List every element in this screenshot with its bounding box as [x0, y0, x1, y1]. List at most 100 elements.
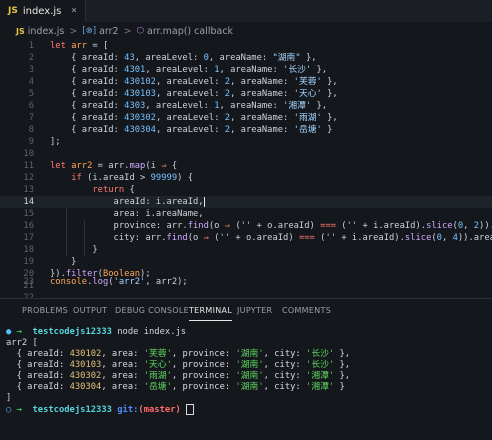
code-line[interactable]: 10 — [0, 148, 492, 160]
terminal[interactable]: ● → testcodejs12333 node index.js arr2 [… — [0, 323, 492, 440]
output-area-id: 430304 — [69, 382, 102, 392]
js-file-icon: JS — [16, 26, 25, 36]
prompt-directory: testcodejs12333 — [32, 327, 112, 337]
output-city: '湘潭' — [306, 371, 335, 381]
line-number: 1 — [28, 41, 34, 51]
tab-comments[interactable]: COMMENTS — [282, 306, 331, 315]
tab-debug-console[interactable]: DEBUG CONSOLE — [115, 306, 189, 315]
terminal-output-line: ] — [6, 393, 12, 403]
code-line[interactable]: 5 { areaId: 430103, areaLevel: 2, areaNa… — [0, 88, 492, 100]
code-line[interactable]: 13 return { — [0, 184, 492, 196]
code-line[interactable]: 7 { areaId: 430302, areaLevel: 2, areaNa… — [0, 112, 492, 124]
code-line-active[interactable]: 14 areaId: i.areaId, — [0, 196, 492, 208]
line-number: 14 — [23, 197, 34, 207]
line-number: 10 — [23, 149, 34, 159]
panel-tab-bar: PROBLEMS OUTPUT DEBUG CONSOLE TERMINAL J… — [0, 299, 492, 323]
status-dot-icon: ○ — [6, 405, 12, 415]
line-number: 9 — [28, 137, 34, 147]
line-number: 12 — [23, 173, 34, 183]
line-number: 5 — [28, 89, 34, 99]
code-text: area: i.areaName, — [50, 209, 204, 219]
code-line[interactable]: 3 { areaId: 4301, areaLevel: 1, areaName… — [0, 64, 492, 76]
code-text: return { — [92, 185, 135, 195]
output-area-id: 430103 — [69, 360, 102, 370]
chevron-right-icon: > — [123, 25, 132, 37]
variable-icon: [⊗] — [82, 26, 97, 36]
code-text: { areaId: 430302, areaLevel: 2, areaName… — [50, 113, 338, 123]
prompt-directory: testcodejs12333 — [32, 405, 112, 415]
line-number: 15 — [23, 209, 34, 219]
code-line[interactable]: 11 let arr2 = arr.map(i ⇒ { — [0, 160, 492, 172]
line-number: 2 — [28, 53, 34, 63]
code-line[interactable]: 8 { areaId: 430304, areaLevel: 2, areaNa… — [0, 124, 492, 136]
output-area-id: 430102 — [69, 349, 102, 359]
output-area: '天心' — [143, 360, 172, 370]
tab-terminal[interactable]: TERMINAL — [189, 306, 233, 321]
line-number: 13 — [23, 185, 34, 195]
breadcrumb: JS index.js > [⊗] arr2 > ⬡ arr.map() cal… — [0, 22, 492, 40]
terminal-command: node index.js — [117, 327, 187, 337]
code-line[interactable]: 1 let arr = [ — [0, 40, 492, 52]
close-icon[interactable]: × — [71, 6, 76, 16]
breadcrumb-function[interactable]: arr.map() callback — [147, 26, 233, 37]
output-province: '湖南' — [235, 382, 264, 392]
code-line[interactable]: 6 { areaId: 4303, areaLevel: 1, areaName… — [0, 100, 492, 112]
text-cursor — [203, 196, 205, 207]
code-line[interactable]: 18 } — [0, 244, 492, 256]
code-text: } — [50, 257, 77, 267]
breadcrumb-file[interactable]: index.js — [28, 26, 65, 37]
code-text: areaId: i.areaId, — [50, 196, 205, 207]
code-editor[interactable]: 1 let arr = [ 2 { areaId: 43, areaLevel: … — [0, 40, 492, 298]
git-branch: (master) — [138, 405, 181, 415]
tab-jupyter[interactable]: JUPYTER — [237, 306, 272, 315]
line-number: 16 — [23, 221, 34, 231]
code-line[interactable]: 19 } — [0, 256, 492, 268]
code-line[interactable]: 2 { areaId: 43, areaLevel: 0, areaName: … — [0, 52, 492, 64]
terminal-cursor[interactable] — [186, 404, 195, 415]
line-number: 7 — [28, 113, 34, 123]
output-province: '湖南' — [235, 349, 264, 359]
output-city: '长沙' — [306, 349, 335, 359]
code-text: { areaId: 43, areaLevel: 0, areaName: "湖… — [50, 53, 317, 63]
code-line[interactable]: 9]; — [0, 136, 492, 148]
output-province: '湖南' — [235, 360, 264, 370]
tab-index-js[interactable]: JS index.js × — [0, 0, 86, 22]
code-text: { areaId: 430304, areaLevel: 2, areaName… — [50, 125, 333, 135]
line-number: 4 — [28, 77, 34, 87]
output-area: '芙蓉' — [143, 349, 172, 359]
code-text: let arr2 = arr.map(i ⇒ { — [50, 161, 178, 171]
line-number: 19 — [23, 257, 34, 267]
code-text: { areaId: 430103, areaLevel: 2, areaName… — [50, 89, 338, 99]
tab-output[interactable]: OUTPUT — [73, 306, 107, 315]
code-text: { areaId: 4301, areaLevel: 1, areaName: … — [50, 65, 328, 75]
terminal-output-line: { areaId: 430103, area: '天心', province: … — [6, 360, 351, 370]
terminal-output-line: { areaId: 430304, area: '岳塘', province: … — [6, 382, 345, 392]
code-line[interactable]: 17 city: arr.find(o ⇒ ('' + o.areaId) ==… — [0, 232, 492, 244]
output-city: '长沙' — [306, 360, 335, 370]
tab-problems[interactable]: PROBLEMS — [22, 306, 68, 315]
prompt-arrow-icon: → — [16, 405, 22, 415]
code-line[interactable]: 23 console.log('arr2', arr2); — [0, 276, 492, 288]
code-text: if (i.areaId > 99999) { — [71, 173, 194, 183]
terminal-output-line: { areaId: 430302, area: '雨湖', province: … — [6, 371, 351, 381]
line-number: 6 — [28, 101, 34, 111]
code-line[interactable]: 4 { areaId: 430102, areaLevel: 2, areaNa… — [0, 76, 492, 88]
chevron-right-icon: > — [69, 25, 78, 37]
code-line[interactable]: 16 province: arr.find(o ⇒ ('' + o.areaId… — [0, 220, 492, 232]
code-text: console.log('arr2', arr2); — [50, 277, 188, 287]
terminal-prompt-line: ○ → testcodejs12333 git:(master) — [6, 404, 195, 416]
breadcrumb-variable[interactable]: arr2 — [99, 26, 119, 37]
output-area: '雨湖' — [143, 371, 172, 381]
code-text: ]; — [50, 137, 61, 147]
output-area-id: 430302 — [69, 371, 102, 381]
function-icon: ⬡ — [136, 26, 144, 36]
output-province: '湖南' — [235, 371, 264, 381]
code-text: let arr = [ — [50, 41, 109, 51]
code-line[interactable]: 15 area: i.areaName, — [0, 208, 492, 220]
line-number: 23 — [23, 277, 34, 287]
code-line[interactable]: 12 if (i.areaId > 99999) { — [0, 172, 492, 184]
terminal-output-line: { areaId: 430102, area: '芙蓉', province: … — [6, 349, 351, 359]
output-area: '岳塘' — [143, 382, 172, 392]
code-text: province: arr.find(o ⇒ ('' + o.areaId) =… — [50, 221, 492, 231]
code-text: { areaId: 4303, areaLevel: 1, areaName: … — [50, 101, 328, 111]
